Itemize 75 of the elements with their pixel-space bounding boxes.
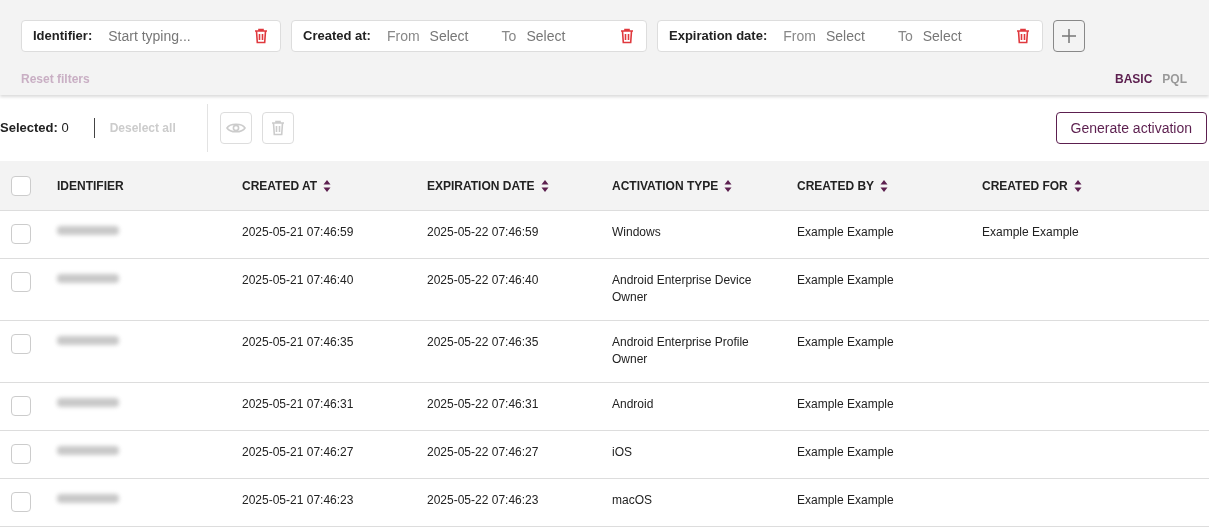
row-checkbox[interactable]	[11, 224, 31, 244]
table-cell-text: 2025-05-21 07:46:23	[242, 492, 355, 509]
filter-field[interactable]: Created at: From Select To Select	[291, 20, 647, 52]
sort-icon[interactable]	[540, 178, 549, 193]
column-header[interactable]: CREATED AT	[242, 176, 318, 195]
to-date-field[interactable]: Select	[922, 25, 1016, 47]
filter-label: Identifier:	[33, 27, 93, 46]
selected-count: Selected: 0	[0, 119, 69, 138]
table-cell-text: Example Example	[982, 224, 1080, 241]
row-checkbox[interactable]	[11, 444, 31, 464]
sort-icon[interactable]	[323, 178, 332, 193]
blurred-identifier	[57, 226, 119, 235]
filter-field[interactable]: Identifier: Start typing...	[21, 20, 281, 52]
blurred-identifier	[57, 274, 119, 283]
table-cell-text: Example Example	[797, 396, 895, 413]
eye-icon	[225, 122, 246, 134]
column-header[interactable]: ACTIVATION TYPE	[612, 176, 719, 195]
from-label: From	[783, 26, 816, 46]
trash-icon[interactable]	[1016, 28, 1030, 44]
from-date-field[interactable]: Select	[429, 25, 502, 47]
table-cell-text: Example Example	[797, 444, 895, 461]
column-header[interactable]: CREATED FOR	[982, 176, 1068, 195]
column-header[interactable]: IDENTIFIER	[57, 176, 124, 195]
table-cell-text: 2025-05-22 07:46:35	[427, 334, 540, 351]
to-label: To	[897, 26, 913, 46]
sort-icon[interactable]	[724, 178, 733, 193]
blurred-identifier	[57, 398, 119, 407]
table-cell-text: 2025-05-21 07:46:40	[242, 272, 355, 289]
from-label: From	[386, 26, 420, 46]
from-date-field[interactable]: Select	[825, 25, 898, 47]
table-cell-text: 2025-05-22 07:46:59	[427, 224, 540, 241]
blurred-identifier	[57, 336, 119, 345]
table-cell-text: Windows	[612, 224, 662, 241]
trash-icon[interactable]	[254, 28, 268, 44]
table-cell-text: iOS	[612, 444, 633, 461]
table-cell-text: 2025-05-22 07:46:23	[427, 492, 540, 509]
to-label: To	[501, 26, 517, 46]
sort-icon[interactable]	[1073, 178, 1082, 193]
table-cell-text: 2025-05-22 07:46:31	[427, 396, 540, 413]
trash-icon	[270, 120, 285, 136]
column-header[interactable]: CREATED BY	[797, 176, 875, 195]
table-cell-text: macOS	[612, 492, 653, 509]
table-cell-text: 2025-05-21 07:46:31	[242, 396, 355, 413]
plus-icon	[1061, 28, 1077, 44]
table-cell-text: 2025-05-21 07:46:59	[242, 224, 355, 241]
table-cell-text: 2025-05-22 07:46:40	[427, 272, 540, 289]
table-cell-text: Example Example	[797, 492, 895, 509]
table-cell-text: 2025-05-21 07:46:35	[242, 334, 355, 351]
filter-field[interactable]: Expiration date: From Select To Select	[657, 20, 1043, 52]
table-cell-text: Android	[612, 396, 655, 413]
table-cell-text: Android Enterprise Device Owner	[612, 272, 753, 306]
row-checkbox[interactable]	[11, 334, 31, 354]
generate-activation-button[interactable]: Generate activation	[1055, 112, 1207, 144]
add-filter-button[interactable]	[1053, 20, 1085, 52]
delete-button[interactable]	[261, 112, 294, 144]
blurred-identifier	[57, 494, 119, 503]
row-checkbox[interactable]	[11, 396, 31, 416]
sort-icon[interactable]	[880, 178, 889, 193]
trash-icon[interactable]	[620, 28, 634, 44]
to-date-field[interactable]: Select	[526, 25, 620, 47]
table-cell-text: Example Example	[797, 272, 895, 289]
select-all-checkbox[interactable]	[11, 175, 31, 196]
table-cell-text: Example Example	[797, 334, 895, 351]
identifier-input[interactable]: Start typing...	[108, 25, 254, 47]
table-cell-text: 2025-05-21 07:46:27	[242, 444, 355, 461]
filter-label: Created at:	[303, 27, 371, 46]
blurred-identifier	[57, 446, 119, 455]
row-checkbox[interactable]	[11, 272, 31, 292]
mode-toggle[interactable]: BASIC	[1115, 70, 1153, 88]
table-cell-text: Example Example	[797, 224, 895, 241]
column-header[interactable]: EXPIRATION DATE	[427, 176, 535, 195]
table-cell-text: 2025-05-22 07:46:27	[427, 444, 540, 461]
row-checkbox[interactable]	[11, 492, 31, 512]
filter-label: Expiration date:	[669, 27, 768, 46]
table-cell-text: Android Enterprise Profile Owner	[612, 334, 750, 368]
